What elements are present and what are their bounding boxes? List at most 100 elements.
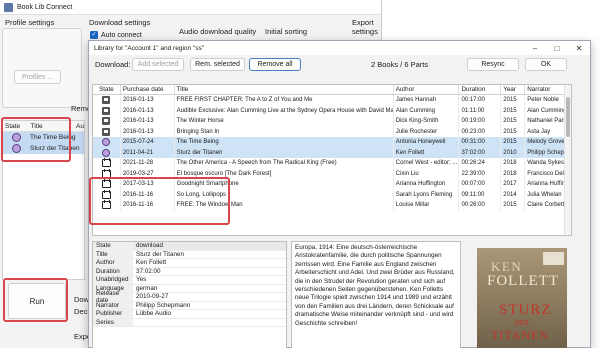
duration-cell: 00:23:00 — [459, 126, 502, 137]
ok-button[interactable]: OK — [525, 58, 567, 71]
author-cell: Julie Rochester — [394, 126, 460, 137]
state-cell — [93, 137, 121, 148]
year-cell: 2015 — [501, 126, 526, 137]
info-row: Author Ken Follett — [93, 259, 286, 268]
info-value: 37:02:00 — [136, 267, 161, 275]
duration-cell: 00:26:24 — [459, 158, 502, 169]
add-selected-button[interactable]: Add selected — [132, 58, 184, 71]
date-cell: 2021-11-28 — [121, 158, 175, 169]
year-cell: 2015 — [501, 105, 526, 116]
info-key: Publisher — [93, 310, 133, 318]
info-key: Unabridged — [93, 276, 133, 284]
info-row: Duration 37:02:00 — [93, 267, 286, 276]
table-row[interactable]: 2021-11-28 The Other America - A Speech f… — [93, 158, 571, 169]
cover-title-3: TITANEN — [491, 328, 550, 342]
state-cell — [93, 116, 121, 127]
col-state[interactable]: State — [93, 85, 121, 94]
table-row[interactable]: 2015-07-24 The Time Being Antonia Honeywel… — [93, 137, 571, 148]
date-cell: 2016-01-13 — [121, 105, 175, 116]
download-settings-title: Download settings — [89, 18, 151, 27]
table-row[interactable]: 2016-01-13 Audible Exclusive: Alan Cummin… — [93, 105, 571, 116]
remove-all-button[interactable]: Remove all — [249, 58, 301, 71]
author-cell: Cornel West - editor; ... — [394, 158, 460, 169]
scroll-thumb[interactable] — [566, 97, 570, 137]
table-row[interactable]: 2016-01-13 Bringing Stan In Julie Rocheste… — [93, 126, 571, 137]
initial-sorting-label: Initial sorting — [265, 27, 308, 36]
col-author[interactable]: Author — [394, 85, 460, 94]
title-cell: Sturz der Titanen — [175, 147, 394, 158]
auto-connect-checkbox[interactable]: ✓ Auto connect — [90, 31, 142, 39]
book-description: Europa, 1914: Eine deutsch-österreichisc… — [291, 241, 461, 348]
library-dialog: Library for "Account 1" and region "ss" … — [88, 40, 591, 348]
book-cover-image: KEN FOLLETT STURZ DER TITANEN — [477, 248, 567, 348]
author-cell: James Hannah — [394, 95, 460, 106]
cover-title-2: DER — [515, 319, 529, 327]
date-cell: 2015-07-24 — [121, 137, 175, 148]
author-cell: Sarah Lyons Fleming — [394, 189, 460, 200]
resync-button[interactable]: Resync — [467, 58, 519, 71]
author-cell: Cixin Liu — [394, 168, 460, 179]
info-row: Narrator Philipp Schepmann — [93, 301, 286, 310]
table-row[interactable]: 2011-04-21 Sturz der Titanen Ken Follett 37… — [93, 147, 571, 158]
maximize-icon[interactable]: □ — [546, 41, 568, 55]
info-value: Yes — [136, 276, 147, 284]
info-value: Philipp Schepmann — [136, 301, 191, 309]
col-duration[interactable]: Duration — [459, 85, 502, 94]
duration-cell: 00:17:00 — [459, 95, 502, 106]
info-row: State download — [93, 242, 286, 251]
info-value: Lübbe Audio — [136, 310, 172, 318]
col-title[interactable]: Title — [175, 85, 394, 94]
duration-cell: 00:26:00 — [459, 200, 502, 211]
profiles-button[interactable]: Profiles ... — [14, 70, 61, 84]
info-value: Ken Follett — [136, 259, 167, 267]
col-year[interactable]: Year — [501, 85, 526, 94]
state-cell — [93, 126, 121, 137]
info-key: Release date — [93, 290, 133, 304]
author-cell: Louise Millar — [394, 200, 460, 211]
dialog-toolbar: Download: Add selected Rem. selected Rem… — [89, 55, 590, 74]
title-cell: The Time Being — [175, 137, 394, 148]
info-key: Title — [93, 250, 133, 258]
dialog-titlebar: Library for "Account 1" and region "ss" … — [89, 41, 590, 55]
info-value: german — [136, 284, 158, 292]
books-parts-count: 2 Books / 6 Parts — [371, 60, 429, 69]
download-state-icon — [102, 117, 111, 126]
export-settings-title: Export settings — [352, 18, 378, 36]
author-cell: Alan Cumming — [394, 105, 460, 116]
state-cell — [93, 147, 121, 158]
download-state-icon — [102, 127, 111, 136]
profile-settings-title: Profile settings — [5, 18, 55, 27]
lock-icon — [101, 158, 111, 168]
main-titlebar: Book Lib Connect — [0, 0, 381, 15]
info-row: Series — [93, 318, 286, 327]
title-cell: FREE FIRST CHAPTER: The A to Z of You an… — [175, 95, 394, 106]
info-value: download — [136, 242, 163, 250]
year-cell: 2015 — [501, 200, 526, 211]
table-row[interactable]: 2016-01-13 The Winter Horse Dick King-Smit… — [93, 116, 571, 127]
info-row: Unabridged Yes — [93, 276, 286, 285]
minimize-icon[interactable]: – — [524, 41, 546, 55]
info-row: Publisher Lübbe Audio — [93, 310, 286, 319]
duration-cell: 00:07:00 — [459, 179, 502, 190]
col-purchase-date[interactable]: Purchase date — [121, 85, 175, 94]
rem-selected-button[interactable]: Rem. selected — [190, 58, 245, 71]
profile-settings-group — [2, 28, 82, 108]
date-cell: 2016-01-13 — [121, 116, 175, 127]
app-icon — [4, 2, 13, 12]
date-cell: 2016-01-13 — [121, 126, 175, 137]
author-cell: Dick King-Smith — [394, 116, 460, 127]
col-author[interactable]: Au — [74, 123, 84, 130]
cover-title-1: STURZ — [499, 302, 552, 318]
queued-state-icon — [102, 148, 111, 157]
duration-cell: 37:02:00 — [459, 147, 502, 158]
publisher-badge — [543, 252, 564, 265]
table-row[interactable]: 2016-01-13 FREE FIRST CHAPTER: The A to Z… — [93, 95, 571, 106]
grid-scrollbar[interactable] — [564, 85, 571, 235]
title-cell: The Winter Horse — [175, 116, 394, 127]
state-cell — [93, 95, 121, 106]
info-row: Release date 2010-09-27 — [93, 290, 286, 304]
author-cell: Arianna Huffington — [394, 179, 460, 190]
state-cell — [93, 105, 121, 116]
close-icon[interactable]: ✕ — [568, 41, 590, 55]
info-key: Author — [93, 259, 133, 267]
